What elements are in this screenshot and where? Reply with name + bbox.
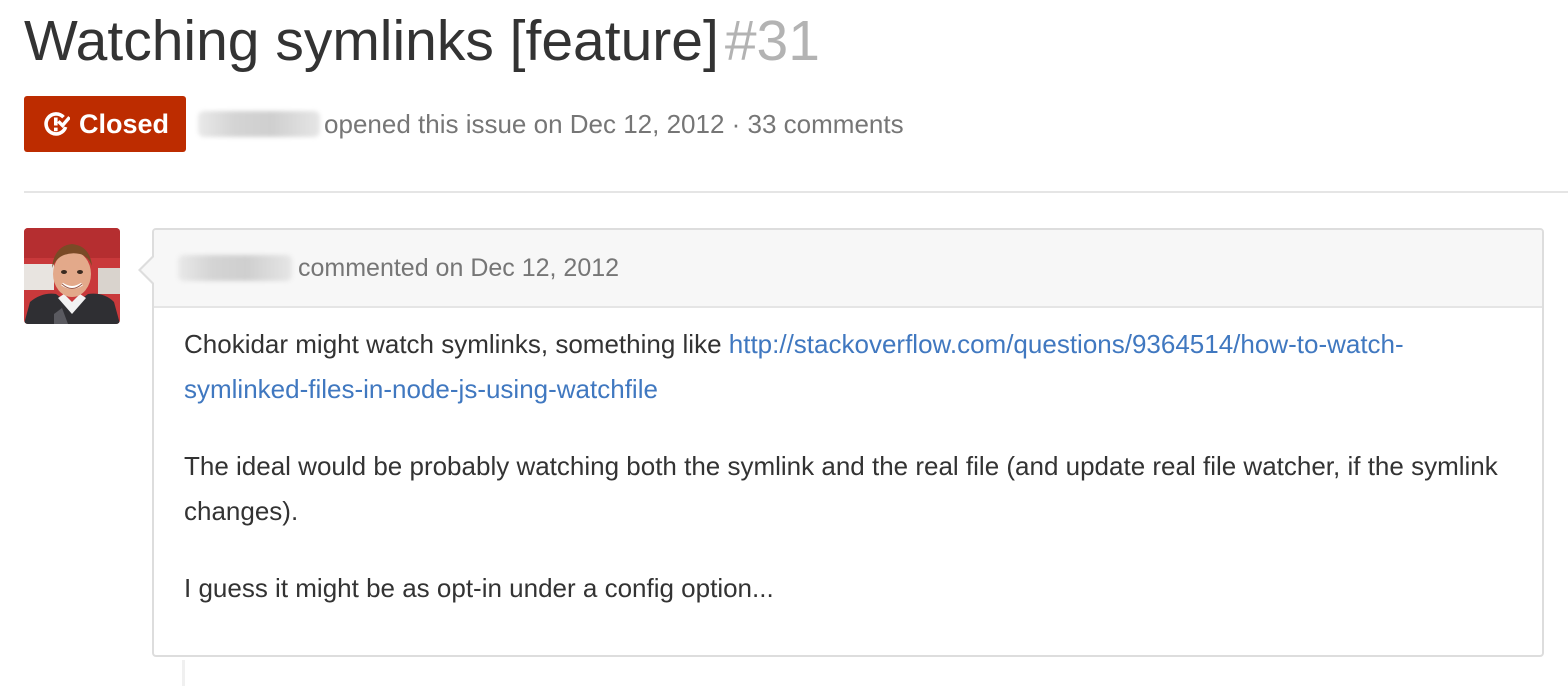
comment-box: commented on Dec 12, 2012 Chokidar might… <box>138 228 1544 657</box>
issue-title-text: Watching symlinks [feature] <box>24 9 719 73</box>
comment-paragraph-1-text: Chokidar might watch symlinks, something… <box>184 329 729 359</box>
timeline-line <box>182 660 185 686</box>
comment-paragraph-2: The ideal would be probably watching bot… <box>184 451 1498 526</box>
issue-closed-icon <box>42 110 70 138</box>
comment-header: commented on Dec 12, 2012 <box>154 230 1542 308</box>
comment-author-link-redacted[interactable] <box>178 255 292 281</box>
state-label: Closed <box>79 108 170 139</box>
header-divider <box>24 191 1568 193</box>
issue-meta: Closed opened this issue on Dec 12, 2012… <box>24 96 904 152</box>
state-badge: Closed <box>24 96 187 152</box>
issue-title: Watching symlinks [feature] #31 <box>24 6 820 76</box>
author-link-redacted[interactable] <box>198 111 321 137</box>
comment-meta: commented on Dec 12, 2012 <box>298 253 620 282</box>
user-avatar[interactable] <box>24 228 120 324</box>
issue-number: #31 <box>724 9 820 73</box>
comment-paragraph-1: Chokidar might watch symlinks, something… <box>184 322 1512 412</box>
comment-arrow-fill <box>141 256 155 284</box>
comment-body: Chokidar might watch symlinks, something… <box>154 308 1542 611</box>
issue-meta-text: opened this issue on Dec 12, 2012 · 33 c… <box>324 108 904 139</box>
comment-paragraph-3: I guess it might be as opt-in under a co… <box>184 573 774 603</box>
